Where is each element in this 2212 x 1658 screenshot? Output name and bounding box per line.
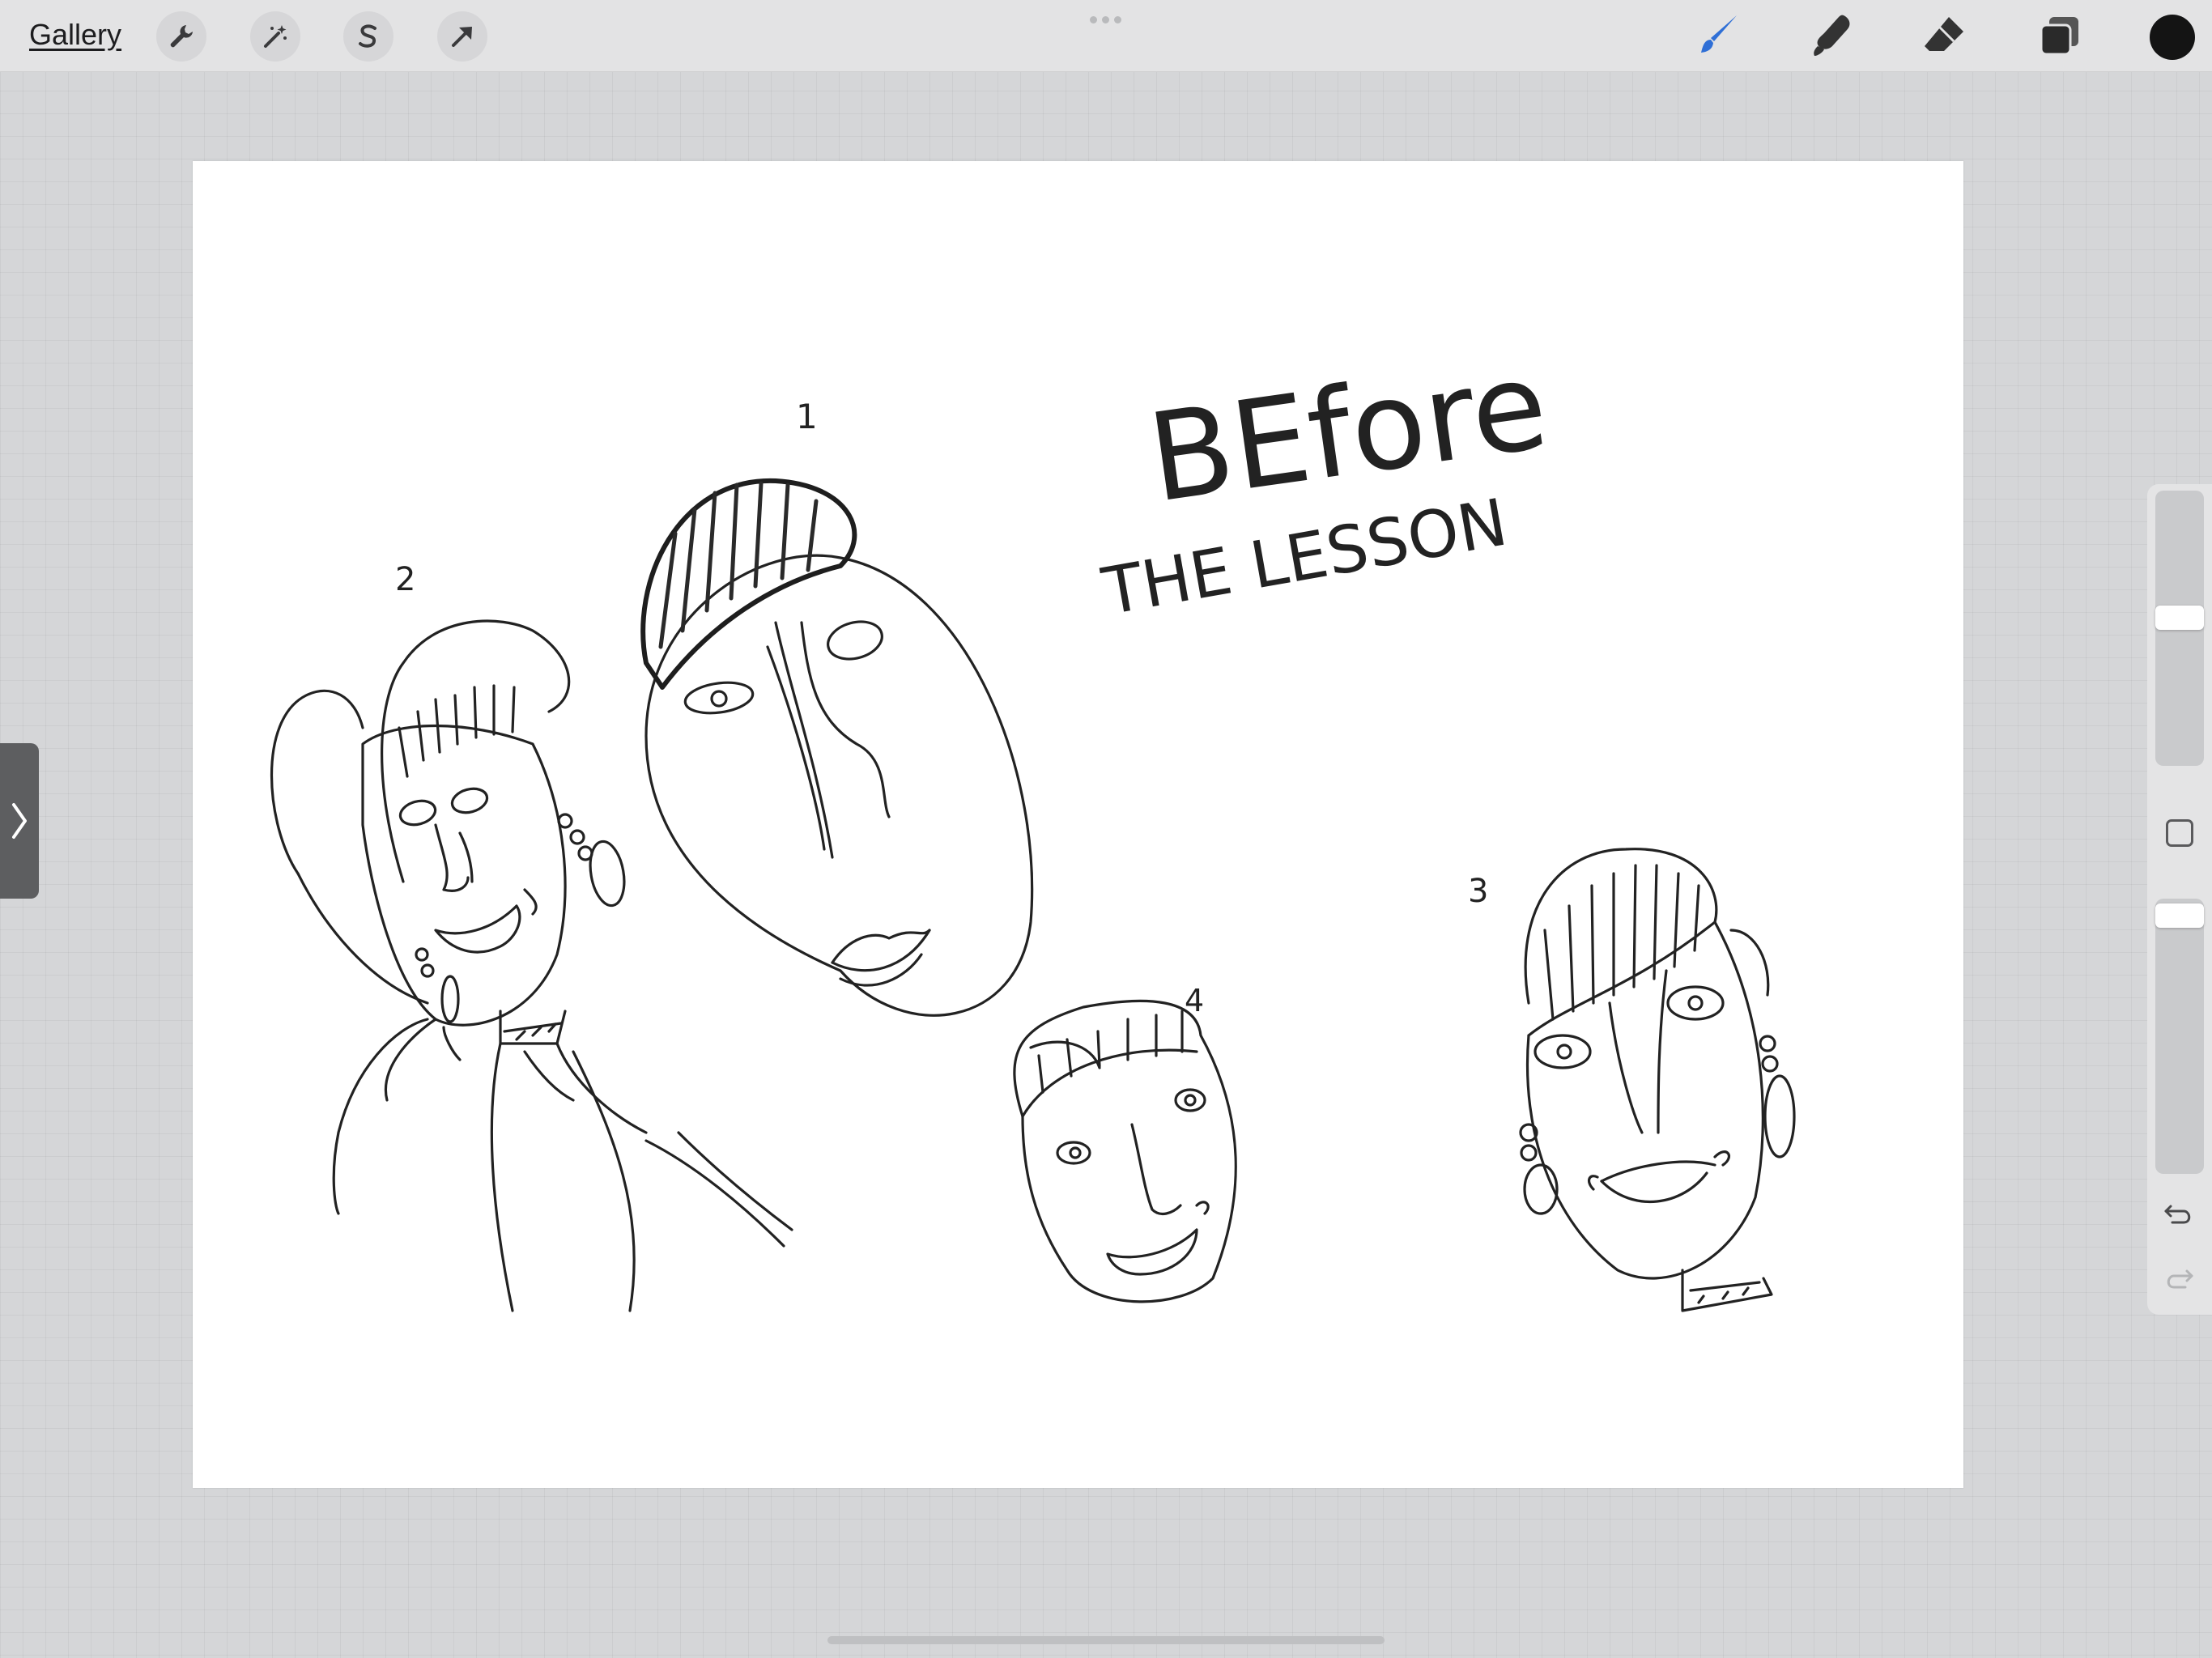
adjustments-button[interactable] bbox=[250, 11, 300, 62]
eraser-icon bbox=[1925, 17, 1963, 51]
opacity-slider-thumb[interactable] bbox=[2155, 903, 2204, 928]
left-panel-toggle[interactable] bbox=[0, 743, 39, 899]
face-number-2: 2 bbox=[395, 561, 415, 598]
face-number-1: 1 bbox=[796, 397, 818, 436]
window-grabber[interactable] bbox=[1090, 16, 1125, 23]
redo-icon[interactable] bbox=[2161, 1263, 2197, 1299]
opacity-slider[interactable] bbox=[2155, 899, 2204, 1174]
face-2-drawing: 2 bbox=[270, 561, 793, 1312]
eraser-tool-button[interactable] bbox=[1919, 10, 1971, 62]
layers-button[interactable] bbox=[2034, 10, 2086, 62]
brush-tool-button[interactable] bbox=[1692, 10, 1744, 62]
modify-button[interactable] bbox=[2166, 819, 2193, 847]
undo-icon[interactable] bbox=[2161, 1198, 2197, 1234]
drawing-canvas[interactable]: BEfore THE LESSON 1 2 4 3 bbox=[193, 161, 1963, 1488]
sketch-artwork: BEfore THE LESSON 1 2 4 3 bbox=[270, 335, 1796, 1312]
face-3-drawing: 3 bbox=[1468, 848, 1796, 1312]
home-indicator[interactable] bbox=[827, 1636, 1385, 1644]
transform-arrow-icon bbox=[452, 27, 472, 47]
layers-icon bbox=[2040, 17, 2078, 56]
smudge-finger-icon bbox=[1814, 15, 1850, 56]
actions-wrench-button[interactable] bbox=[156, 11, 206, 62]
smudge-tool-button[interactable] bbox=[1806, 10, 1857, 62]
face-number-3: 3 bbox=[1468, 873, 1488, 910]
brush-icon bbox=[1701, 15, 1737, 53]
top-toolbar: Gallery bbox=[0, 0, 2212, 72]
face-4-drawing: 4 bbox=[1013, 983, 1237, 1303]
chevron-right-icon bbox=[12, 803, 27, 839]
selection-s-icon bbox=[359, 24, 376, 48]
brush-size-slider-thumb[interactable] bbox=[2155, 606, 2204, 630]
face-1-drawing: 1 bbox=[640, 397, 1034, 1017]
gallery-button[interactable]: Gallery bbox=[29, 18, 121, 52]
color-picker-button[interactable] bbox=[2150, 15, 2195, 60]
magic-wand-icon bbox=[264, 25, 287, 48]
selection-button[interactable] bbox=[343, 11, 393, 62]
wrench-icon bbox=[170, 25, 193, 48]
transform-button[interactable] bbox=[437, 11, 487, 62]
